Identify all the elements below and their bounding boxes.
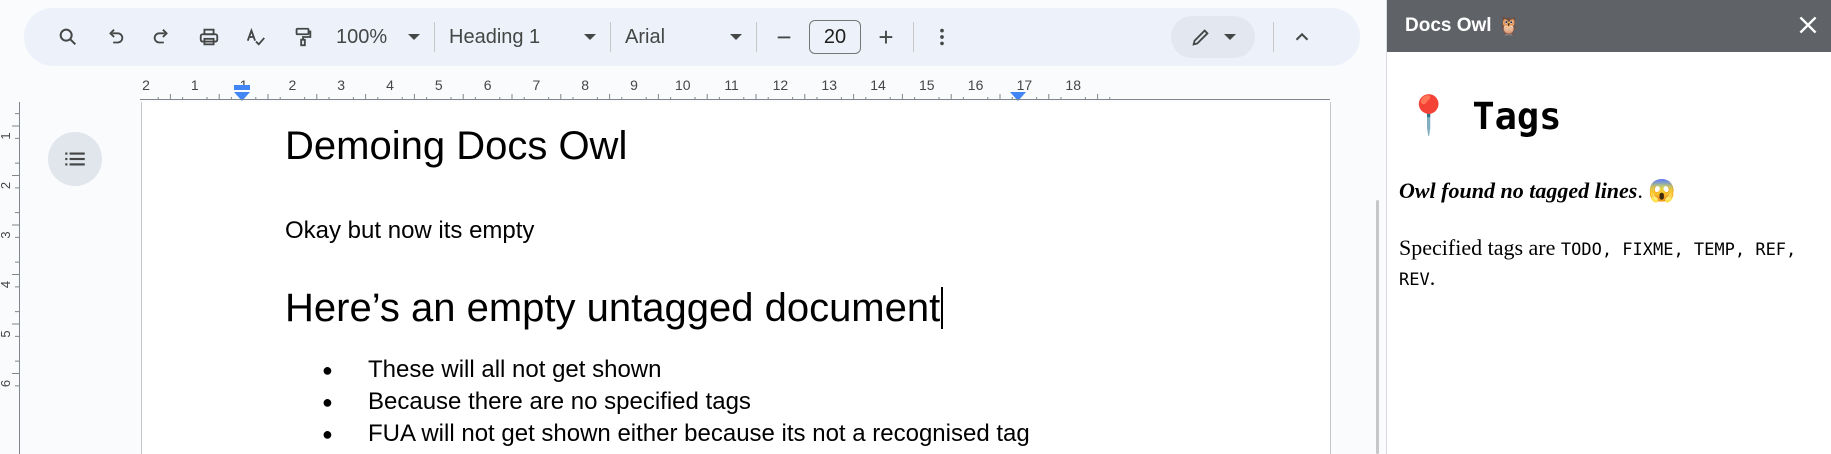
toolbar: 100% Heading 1 Arial − 20 + <box>24 8 1360 66</box>
no-tags-notice: Owl found no tagged lines. 😱 <box>1399 178 1676 204</box>
notice-suffix: . <box>1637 178 1643 203</box>
ruler-label: 13 <box>821 77 837 93</box>
document-outline-button[interactable] <box>48 132 102 186</box>
ruler-label: 5 <box>0 330 13 337</box>
ruler-label: 5 <box>435 77 443 93</box>
text-cursor <box>941 287 944 329</box>
close-icon[interactable] <box>1795 12 1821 38</box>
editing-mode-button[interactable] <box>1171 16 1255 58</box>
list-item[interactable]: ● FUA will not get shown either because i… <box>322 418 1030 450</box>
spellcheck-icon[interactable] <box>238 19 274 55</box>
ruler-label: 7 <box>533 77 541 93</box>
ruler-label: 4 <box>0 281 13 288</box>
ruler-label: 2 <box>289 77 297 93</box>
ruler-label: 14 <box>870 77 886 93</box>
docs-owl-sidebar: Docs Owl 🦉 📍 Tags Owl found no tagged li… <box>1386 0 1831 454</box>
ruler-label: 8 <box>581 77 589 93</box>
ruler-baseline <box>19 102 20 454</box>
ruler-label: 1 <box>191 77 199 93</box>
list-item[interactable]: ● These will all not get shown <box>322 354 1030 386</box>
document-scrollbar[interactable] <box>1376 200 1379 454</box>
document-page[interactable]: Demoing Docs Owl Okay but now its empty … <box>141 102 1331 454</box>
increase-font-size-button[interactable]: + <box>869 20 903 54</box>
specified-tags: Specified tags are TODO, FIXME, TEMP, RE… <box>1399 234 1827 294</box>
scream-icon: 😱 <box>1648 178 1676 203</box>
undo-icon[interactable] <box>97 19 133 55</box>
bullet-icon: ● <box>322 424 333 444</box>
ruler-label: 12 <box>773 77 789 93</box>
list-item-text: FUA will not get shown either because it… <box>368 420 1030 447</box>
decrease-font-size-button[interactable]: − <box>767 20 801 54</box>
ruler-label: 2 <box>0 182 13 189</box>
zoom-value: 100% <box>336 25 388 48</box>
ruler-label: 10 <box>675 77 691 93</box>
list-item[interactable]: ● Because there are no specified tags <box>322 386 1030 418</box>
document-paragraph[interactable]: Okay but now its empty <box>285 217 534 245</box>
divider <box>434 22 435 52</box>
vertical-ruler[interactable]: 1 2 3 4 5 6 <box>0 102 22 454</box>
divider <box>913 22 914 52</box>
print-icon[interactable] <box>191 19 227 55</box>
horizontal-ruler[interactable]: 21123456789101112131415161718 <box>140 74 1330 102</box>
list-item-text: Because there are no specified tags <box>368 388 751 415</box>
divider <box>1273 22 1274 52</box>
paragraph-style-select[interactable]: Heading 1 <box>445 19 600 55</box>
pin-icon: 📍 <box>1405 95 1453 137</box>
ruler-label: 6 <box>0 380 13 387</box>
ruler-label: 18 <box>1065 77 1081 93</box>
docs-editor: 100% Heading 1 Arial − 20 + 21123 <box>0 0 1831 454</box>
ruler-label: 15 <box>919 77 935 93</box>
font-select[interactable]: Arial <box>621 19 746 55</box>
specified-tags-suffix: . <box>1429 265 1436 290</box>
sidebar-header: Docs Owl 🦉 <box>1387 0 1831 52</box>
divider <box>610 22 611 52</box>
owl-icon: 🦉 <box>1497 15 1520 36</box>
bullet-list[interactable]: ● These will all not get shown ● Because t… <box>322 354 1030 450</box>
divider <box>756 22 757 52</box>
ruler-label: 16 <box>968 77 984 93</box>
chevron-down-icon <box>730 34 742 40</box>
list-icon <box>65 152 85 166</box>
chevron-down-icon <box>584 34 596 40</box>
collapse-menus-icon[interactable] <box>1284 19 1320 55</box>
tags-heading: 📍 Tags <box>1405 94 1561 138</box>
list-item-text: These will all not get shown <box>368 356 662 383</box>
chevron-down-icon <box>1224 34 1236 40</box>
document-heading[interactable]: Here’s an empty untagged document <box>285 286 944 331</box>
bullet-icon: ● <box>322 392 333 412</box>
ruler-label: 6 <box>484 77 492 93</box>
paragraph-style-value: Heading 1 <box>449 25 541 48</box>
more-options-icon[interactable] <box>924 19 960 55</box>
ruler-label: 9 <box>630 77 638 93</box>
ruler-label: 2 <box>142 77 150 93</box>
ruler-label: 17 <box>1017 77 1033 93</box>
font-size-input[interactable]: 20 <box>809 20 861 54</box>
first-line-indent-marker[interactable] <box>234 85 250 90</box>
chevron-down-icon <box>408 34 420 40</box>
sidebar-title: Docs Owl <box>1405 15 1492 36</box>
ruler-label: 3 <box>337 77 345 93</box>
paint-format-icon[interactable] <box>285 19 321 55</box>
specified-tags-label: Specified tags are <box>1399 235 1556 260</box>
tags-heading-text: Tags <box>1472 94 1562 138</box>
ruler-baseline <box>140 99 1330 100</box>
ruler-label: 3 <box>0 231 13 238</box>
ruler-label: 4 <box>386 77 394 93</box>
redo-icon[interactable] <box>144 19 180 55</box>
document-heading-text: Here’s an empty untagged document <box>285 286 941 330</box>
search-icon[interactable] <box>50 19 86 55</box>
zoom-select[interactable]: 100% <box>332 19 424 55</box>
document-title[interactable]: Demoing Docs Owl <box>285 124 627 169</box>
font-value: Arial <box>625 25 666 48</box>
ruler-label: 11 <box>724 77 739 93</box>
horizontal-ruler-marks: 21123456789101112131415161718 <box>142 77 1111 101</box>
ruler-label: 1 <box>0 132 13 139</box>
bullet-icon: ● <box>322 360 333 380</box>
notice-text: Owl found no tagged lines <box>1399 178 1638 203</box>
pencil-icon <box>1192 29 1209 46</box>
